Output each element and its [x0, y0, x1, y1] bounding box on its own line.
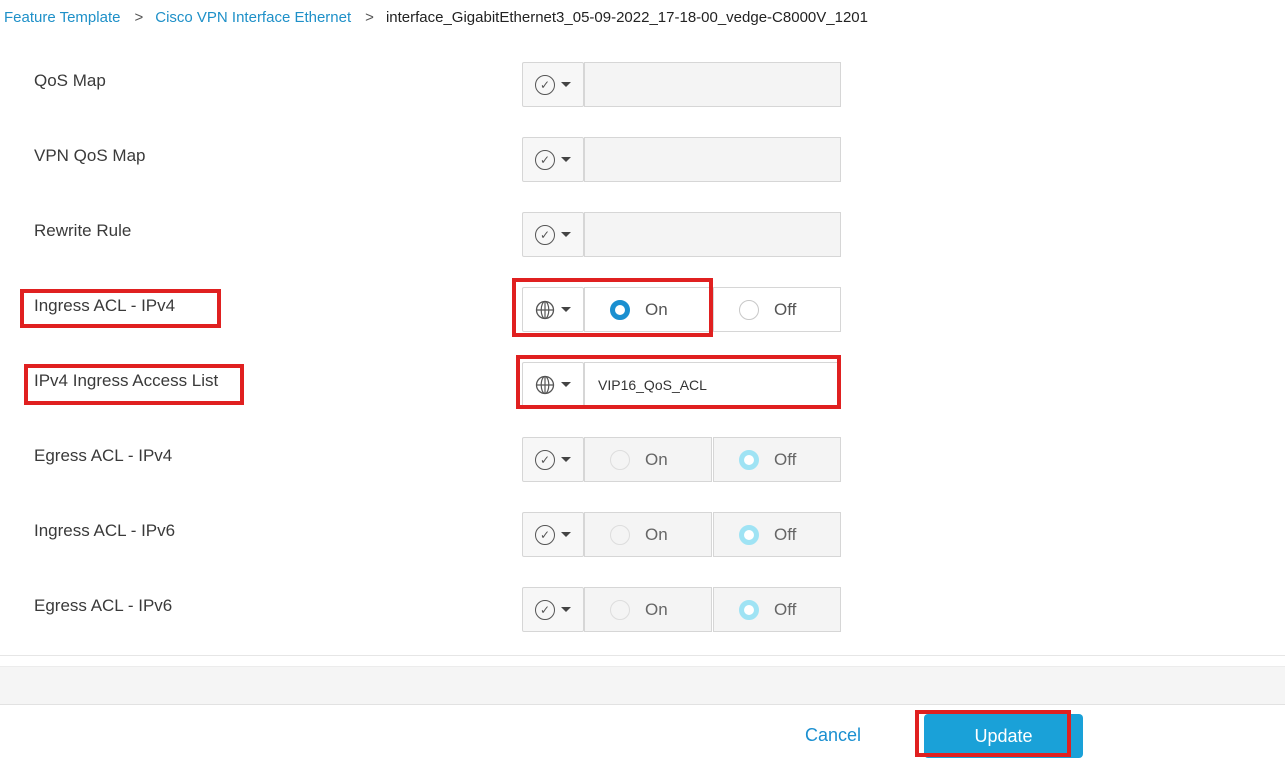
ingress-acl-ipv6-on-option[interactable]: On — [584, 512, 712, 557]
radio-unselected-icon — [610, 449, 630, 470]
radio-selected-icon — [739, 449, 759, 470]
globe-icon — [535, 375, 555, 394]
egress-acl-ipv6-on-option[interactable]: On — [584, 587, 712, 632]
qos-map-scope-dropdown[interactable]: ✓ — [522, 62, 584, 107]
radio-unselected-icon — [739, 299, 759, 320]
radio-unselected-icon — [610, 524, 630, 545]
off-label: Off — [774, 524, 797, 544]
off-label: Off — [774, 299, 797, 319]
on-label: On — [645, 449, 668, 469]
footer-divider — [0, 704, 1285, 705]
vpn-qos-map-scope-dropdown[interactable]: ✓ — [522, 137, 584, 182]
radio-selected-icon — [739, 599, 759, 620]
caret-down-icon — [561, 82, 571, 87]
ipv4-ingress-access-list-label: IPv4 Ingress Access List — [34, 371, 219, 390]
rewrite-rule-scope-dropdown[interactable]: ✓ — [522, 212, 584, 257]
egress-acl-ipv4-scope-dropdown[interactable]: ✓ — [522, 437, 584, 482]
ingress-acl-ipv4-scope-dropdown[interactable] — [522, 287, 584, 332]
rewrite-rule-label: Rewrite Rule — [34, 221, 132, 240]
off-label: Off — [774, 599, 797, 619]
caret-down-icon — [561, 607, 571, 612]
form-row-egress-acl-ipv4: Egress ACL - IPv4 ✓ On Off — [0, 437, 1285, 483]
radio-unselected-icon — [610, 599, 630, 620]
check-circle-icon: ✓ — [535, 524, 555, 545]
ingress-acl-ipv4-label: Ingress ACL - IPv4 — [34, 296, 176, 315]
ingress-acl-ipv6-off-option[interactable]: Off — [713, 512, 841, 557]
check-circle-icon: ✓ — [535, 149, 555, 170]
check-circle-icon: ✓ — [535, 74, 555, 95]
form-row-egress-acl-ipv6: Egress ACL - IPv6 ✓ On Off — [0, 587, 1285, 633]
form-row-ingress-acl-ipv4: Ingress ACL - IPv4 On Off — [0, 287, 1285, 333]
form-row-ingress-acl-ipv6: Ingress ACL - IPv6 ✓ On Off — [0, 512, 1285, 558]
form-row-rewrite-rule: Rewrite Rule ✓ — [0, 212, 1285, 258]
egress-acl-ipv4-on-option[interactable]: On — [584, 437, 712, 482]
egress-acl-ipv4-label: Egress ACL - IPv4 — [34, 446, 173, 465]
check-circle-icon: ✓ — [535, 224, 555, 245]
qos-map-input[interactable] — [584, 62, 841, 107]
ingress-acl-ipv6-scope-dropdown[interactable]: ✓ — [522, 512, 584, 557]
breadcrumb-current-template: interface_GigabitEthernet3_05-09-2022_17… — [385, 8, 868, 26]
egress-acl-ipv6-scope-dropdown[interactable]: ✓ — [522, 587, 584, 632]
globe-icon — [535, 300, 555, 319]
caret-down-icon — [561, 232, 571, 237]
rewrite-rule-input[interactable] — [584, 212, 841, 257]
on-label: On — [645, 299, 668, 319]
caret-down-icon — [561, 532, 571, 537]
caret-down-icon — [561, 157, 571, 162]
caret-down-icon — [561, 457, 571, 462]
chevron-right-icon: > — [134, 8, 144, 26]
caret-down-icon — [561, 307, 571, 312]
check-circle-icon: ✓ — [535, 449, 555, 470]
off-label: Off — [774, 449, 797, 469]
section-divider — [0, 655, 1285, 656]
form-row-ipv4-ingress-access-list: IPv4 Ingress Access List — [0, 362, 1285, 408]
egress-acl-ipv4-off-option[interactable]: Off — [713, 437, 841, 482]
ingress-acl-ipv6-label: Ingress ACL - IPv6 — [34, 521, 176, 540]
ingress-acl-ipv4-on-option[interactable]: On — [584, 287, 712, 332]
egress-acl-ipv6-label: Egress ACL - IPv6 — [34, 596, 173, 615]
ipv4-ingress-access-list-input[interactable] — [584, 362, 841, 407]
cancel-button[interactable]: Cancel — [790, 720, 876, 750]
check-circle-icon: ✓ — [535, 599, 555, 620]
breadcrumb-cisco-vpn-interface-ethernet[interactable]: Cisco VPN Interface Ethernet — [155, 9, 351, 26]
ipv4-ingress-access-list-scope-dropdown[interactable] — [522, 362, 584, 407]
egress-acl-ipv6-off-option[interactable]: Off — [713, 587, 841, 632]
qos-map-label: QoS Map — [34, 71, 106, 90]
radio-selected-icon — [610, 299, 630, 320]
footer-spacer — [0, 666, 1285, 704]
form-row-vpn-qos-map: VPN QoS Map ✓ — [0, 137, 1285, 183]
breadcrumb-feature-template[interactable]: Feature Template — [4, 9, 120, 26]
breadcrumb: Feature Template > Cisco VPN Interface E… — [4, 6, 868, 28]
radio-selected-icon — [739, 524, 759, 545]
caret-down-icon — [561, 382, 571, 387]
vpn-qos-map-input[interactable] — [584, 137, 841, 182]
on-label: On — [645, 524, 668, 544]
on-label: On — [645, 599, 668, 619]
chevron-right-icon: > — [365, 8, 374, 26]
update-button[interactable]: Update — [924, 714, 1083, 758]
ingress-acl-ipv4-off-option[interactable]: Off — [713, 287, 841, 332]
form-row-qos-map: QoS Map ✓ — [0, 62, 1285, 108]
vpn-qos-map-label: VPN QoS Map — [34, 146, 146, 165]
